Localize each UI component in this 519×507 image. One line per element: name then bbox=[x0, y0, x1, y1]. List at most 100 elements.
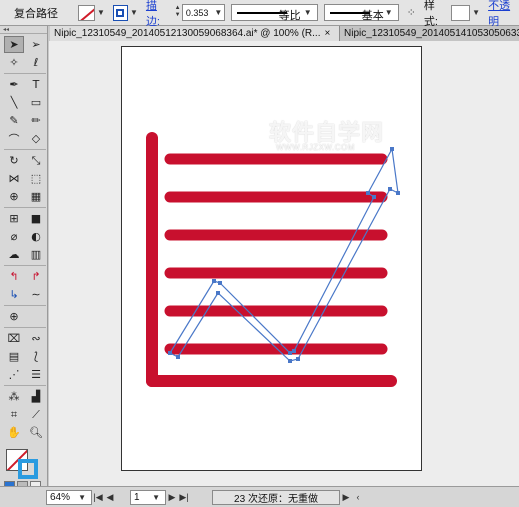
anchor-point-10 bbox=[388, 187, 392, 191]
pattern-tool-icon[interactable]: ⟅ bbox=[26, 348, 46, 365]
slice-tool-icon[interactable]: ⟋ bbox=[26, 406, 46, 423]
crop-tool-icon[interactable]: ⌗ bbox=[4, 406, 24, 423]
first-artboard-icon[interactable]: |◀ bbox=[92, 492, 104, 503]
stroke-link[interactable]: 描边: bbox=[146, 0, 169, 29]
scroll-left-icon[interactable]: ‹ bbox=[352, 492, 364, 502]
status-bar: 64% ▼ |◀ ◀ 1 ▼ ▶ ▶| 23 次还原：无重做 ▶ ‹ bbox=[0, 486, 519, 507]
eyedropper-tool-icon[interactable]: ⌀ bbox=[4, 228, 24, 245]
bar-graph-tool-icon[interactable]: ▟ bbox=[26, 388, 46, 405]
chevron-down-icon[interactable]: ▼ bbox=[78, 493, 86, 502]
path-adjust-tool-icon[interactable]: ↳ bbox=[4, 286, 24, 303]
gradient-tool-icon[interactable]: ■ bbox=[26, 210, 46, 227]
pencil-tool-icon[interactable]: ✏ bbox=[26, 112, 46, 129]
variable-width-profile-select[interactable]: 等比 ▼ bbox=[231, 4, 318, 22]
line-tool-icon[interactable]: ╲ bbox=[4, 94, 24, 111]
anchor-point-5 bbox=[292, 349, 296, 353]
scale-tool-icon[interactable]: ⤡ bbox=[26, 152, 46, 169]
rotate-tool-icon[interactable]: ↻ bbox=[4, 152, 24, 169]
divider bbox=[4, 73, 46, 74]
chevron-down-icon[interactable]: ▼ bbox=[304, 8, 312, 17]
stroke-width-value: 0.353 bbox=[185, 7, 209, 18]
last-artboard-icon[interactable]: ▶| bbox=[178, 492, 190, 503]
anchor-point-3 bbox=[218, 281, 222, 285]
anchor-point-8 bbox=[390, 147, 394, 151]
graph-tool-icon[interactable]: ⋰ bbox=[4, 366, 24, 383]
anchor-point-14 bbox=[176, 355, 180, 359]
direct-selection-tool-icon[interactable]: ➢ bbox=[26, 36, 46, 53]
lasso-tool-icon[interactable]: ℓ bbox=[26, 54, 46, 71]
artboard-tool-icon[interactable]: ⌧ bbox=[4, 330, 24, 347]
opacity-link[interactable]: 不透明 bbox=[488, 0, 519, 29]
anchor-point-1 bbox=[168, 351, 172, 355]
status-display: 23 次还原：无重做 bbox=[212, 489, 340, 505]
rectangle-tool-icon[interactable]: ▭ bbox=[26, 94, 46, 111]
status-menu-icon[interactable]: ▶ bbox=[340, 492, 352, 503]
close-icon[interactable]: × bbox=[324, 26, 330, 41]
zoom-select[interactable]: 64% ▼ bbox=[46, 489, 92, 505]
column-graph-tool-icon[interactable]: ▥ bbox=[26, 246, 46, 263]
stroke-swatch[interactable] bbox=[18, 459, 38, 479]
spray-tool-icon[interactable]: ⁂ bbox=[4, 388, 24, 405]
stroke-width-input[interactable]: 0.353 ▼ bbox=[181, 4, 226, 21]
next-artboard-icon[interactable]: ▶ bbox=[166, 492, 178, 503]
anchor-point-13 bbox=[216, 291, 220, 295]
selection-tool-icon[interactable]: ➤ bbox=[4, 36, 24, 53]
canvas-area[interactable]: 软件自学网 WWW.RJZXW.COM bbox=[49, 41, 519, 486]
curvature-tool-icon[interactable]: ↱ bbox=[26, 268, 46, 285]
selected-compound-path[interactable] bbox=[168, 147, 400, 363]
anchor-point-tool-icon[interactable]: ↰ bbox=[4, 268, 24, 285]
blend-tool-icon[interactable]: ◐ bbox=[26, 228, 46, 245]
pen-tool-icon[interactable]: ✒ bbox=[4, 76, 24, 93]
profile-label: 等比 bbox=[278, 10, 301, 22]
magic-wand-tool-icon[interactable]: ✧ bbox=[4, 54, 24, 71]
style-swatch[interactable] bbox=[451, 4, 471, 21]
anchor-point-12 bbox=[288, 359, 292, 363]
line-chart-artwork[interactable] bbox=[146, 132, 397, 387]
artwork-svg bbox=[146, 132, 400, 387]
paintbrush-tool-icon[interactable]: ✎ bbox=[4, 112, 24, 129]
width-tool-icon[interactable]: ⋈ bbox=[4, 170, 24, 187]
artboard-number-select[interactable]: 1 ▼ bbox=[130, 489, 166, 505]
free-transform-tool-icon[interactable]: ⬚ bbox=[26, 170, 46, 187]
type-tool-icon[interactable]: T bbox=[26, 76, 46, 93]
document-tab[interactable]: Nipic_12310549_201405141053050633 bbox=[340, 26, 519, 41]
smooth-tool-icon[interactable]: ∼ bbox=[26, 286, 46, 303]
chevron-down-icon[interactable]: ▼ bbox=[214, 8, 222, 17]
anchor-point-11 bbox=[296, 357, 300, 361]
anchor-point-2 bbox=[212, 279, 216, 283]
eraser-tool-icon[interactable]: ◇ bbox=[26, 130, 46, 147]
chevron-down-icon[interactable]: ▼ bbox=[97, 8, 105, 17]
anchor-point-7 bbox=[366, 191, 370, 195]
globe-tool-icon[interactable]: ⊕ bbox=[4, 308, 24, 325]
zoom-tool-icon[interactable]: 🔍︎ bbox=[26, 424, 46, 441]
warp-tool-icon[interactable]: ∾ bbox=[26, 330, 46, 347]
style-label: 样式: bbox=[423, 0, 438, 28]
symbol-sprayer-tool-icon[interactable]: ☁ bbox=[4, 246, 24, 263]
document-tabs: Nipic_12310549_20140512130059068364.ai* … bbox=[50, 26, 519, 41]
chevron-down-icon[interactable]: ▼ bbox=[385, 8, 393, 17]
artboard[interactable]: 软件自学网 WWW.RJZXW.COM bbox=[121, 46, 422, 471]
list-tool-icon[interactable]: ☰ bbox=[26, 366, 46, 383]
shape-builder-tool-icon[interactable]: ⊕ bbox=[4, 188, 24, 205]
mesh-tool-icon[interactable]: ⊞ bbox=[4, 210, 24, 227]
brush-definition-select[interactable]: 基本 ▼ bbox=[323, 4, 399, 22]
fill-color-swatch[interactable] bbox=[112, 4, 129, 21]
stroke-color-swatch[interactable] bbox=[77, 4, 95, 21]
zoom-value: 64% bbox=[50, 491, 71, 503]
tool-grid: ➤ ➢ ✧ ℓ ✒ T ╲ ▭ ✎ ✏ ⌒ ◇ ↻ ⤡ ⋈ ⬚ ⊕ ▦ ⊞ ■ … bbox=[0, 34, 47, 443]
grid-tool-icon[interactable]: ▤ bbox=[4, 348, 24, 365]
hand-tool-icon[interactable]: ✋ bbox=[4, 424, 24, 441]
prev-artboard-icon[interactable]: ◀ bbox=[104, 492, 116, 503]
tools-panel-header[interactable]: ◂◂ bbox=[0, 26, 47, 34]
stroke-width-spinner[interactable]: ▲ ▼ bbox=[173, 5, 181, 21]
status-text: 23 次还原：无重做 bbox=[234, 493, 318, 505]
perspective-grid-tool-icon[interactable]: ▦ bbox=[26, 188, 46, 205]
blob-brush-tool-icon[interactable]: ⌒ bbox=[4, 130, 24, 147]
chevron-down-icon[interactable]: ▼ bbox=[472, 8, 480, 17]
graphic-style-icon[interactable]: ⁘ bbox=[405, 6, 418, 20]
document-tab-active[interactable]: Nipic_12310549_20140512130059068364.ai* … bbox=[50, 26, 340, 41]
chevron-down-icon[interactable]: ▼ bbox=[152, 493, 160, 502]
control-bar: 复合路径 ▼ ▼ 描边: ▲ ▼ 0.353 ▼ 等比 ▼ 基本 ▼ ⁘ 样式: … bbox=[0, 0, 519, 29]
chevron-down-icon[interactable]: ▼ bbox=[130, 8, 138, 17]
artboard-number: 1 bbox=[134, 491, 140, 503]
